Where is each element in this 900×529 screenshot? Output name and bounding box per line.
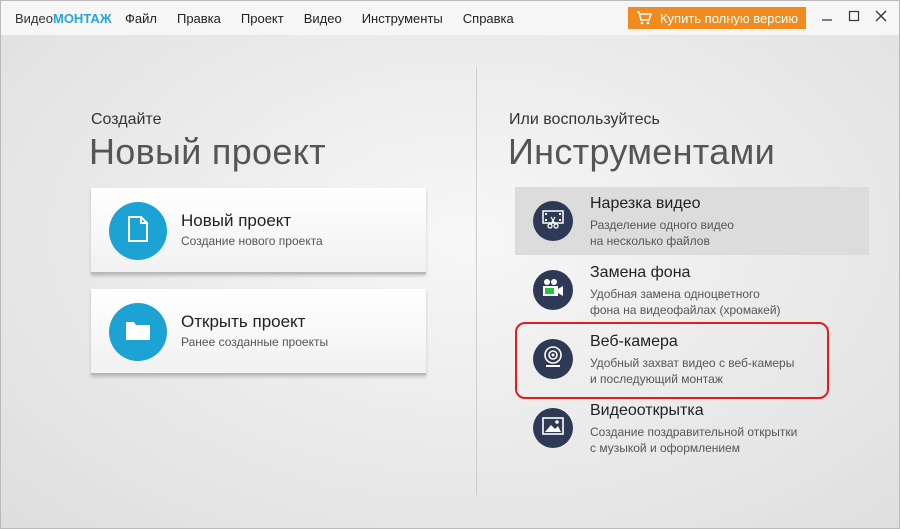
- close-icon: [875, 9, 887, 27]
- create-subtitle: Создайте: [91, 111, 162, 128]
- chromakey-camera-icon: [541, 278, 565, 303]
- tool-webcam-circle: [533, 339, 573, 379]
- postcard-image-icon: [542, 416, 564, 440]
- menu-file[interactable]: Файл: [125, 11, 157, 26]
- buy-full-version-button[interactable]: Купить полную версию: [628, 7, 806, 29]
- new-project-card[interactable]: Новый проект Создание нового проекта: [91, 188, 426, 274]
- tool-webcam-title: Веб-камера: [590, 333, 678, 350]
- close-button[interactable]: [870, 7, 892, 29]
- brand-part1: Видео: [15, 10, 53, 26]
- minimize-button[interactable]: [816, 7, 838, 29]
- tool-background-replace[interactable]: Замена фона Удобная замена одноцветного …: [515, 256, 869, 324]
- maximize-icon: [848, 9, 860, 27]
- title-bar: ВидеоМОНТАЖ Файл Правка Проект Видео Инс…: [1, 1, 899, 35]
- tools-heading: Инструментами: [508, 131, 775, 172]
- menu-video[interactable]: Видео: [304, 11, 342, 26]
- new-project-desc: Создание нового проекта: [181, 234, 323, 248]
- open-project-card[interactable]: Открыть проект Ранее созданные проекты: [91, 289, 426, 375]
- menu-edit[interactable]: Правка: [177, 11, 221, 26]
- open-project-desc: Ранее созданные проекты: [181, 335, 329, 349]
- tool-video-cut[interactable]: Нарезка видео Разделение одного видео на…: [515, 187, 869, 255]
- tool-background-title: Замена фона: [590, 264, 691, 281]
- maximize-button[interactable]: [843, 7, 865, 29]
- tool-background-desc: Удобная замена одноцветного фона на виде…: [590, 287, 781, 317]
- tool-postcard[interactable]: Видеооткрытка Создание поздравительной о…: [515, 394, 869, 462]
- brand-part2: МОНТАЖ: [52, 10, 112, 26]
- menu-help[interactable]: Справка: [463, 11, 514, 26]
- app-window: ВидеоМОНТАЖ Файл Правка Проект Видео Инс…: [0, 0, 900, 529]
- tool-postcard-desc: Создание поздравительной открытки с музы…: [590, 425, 798, 455]
- buy-button-label: Купить полную версию: [659, 10, 799, 26]
- column-divider: [476, 67, 477, 495]
- tool-webcam-desc: Удобный захват видео с веб-камеры и посл…: [590, 356, 795, 386]
- tool-postcard-circle: [533, 408, 573, 448]
- tool-video-cut-circle: [533, 201, 573, 241]
- minimize-icon: [821, 9, 833, 27]
- file-icon: [127, 215, 149, 247]
- cart-icon: [636, 11, 652, 25]
- tool-background-circle: [533, 270, 573, 310]
- open-project-icon-circle: [109, 303, 167, 361]
- menu-bar: Файл Правка Проект Видео Инструменты Спр…: [125, 11, 534, 26]
- webcam-icon: [543, 345, 563, 373]
- new-project-title: Новый проект: [181, 211, 292, 230]
- new-project-icon-circle: [109, 202, 167, 260]
- tools-subtitle: Или воспользуйтесь: [509, 111, 660, 128]
- tool-video-cut-title: Нарезка видео: [590, 195, 701, 212]
- menu-project[interactable]: Проект: [241, 11, 284, 26]
- new-project-heading: Новый проект: [89, 131, 326, 172]
- app-logo: ВидеоМОНТАЖ: [15, 11, 125, 26]
- tool-video-cut-desc: Разделение одного видео на несколько фай…: [590, 218, 734, 248]
- tool-postcard-title: Видеооткрытка: [590, 402, 704, 419]
- open-project-title: Открыть проект: [181, 312, 306, 331]
- folder-icon: [125, 319, 151, 346]
- tool-webcam[interactable]: Веб-камера Удобный захват видео с веб-ка…: [515, 325, 869, 393]
- menu-tools[interactable]: Инструменты: [362, 11, 443, 26]
- film-cut-icon: [542, 209, 564, 234]
